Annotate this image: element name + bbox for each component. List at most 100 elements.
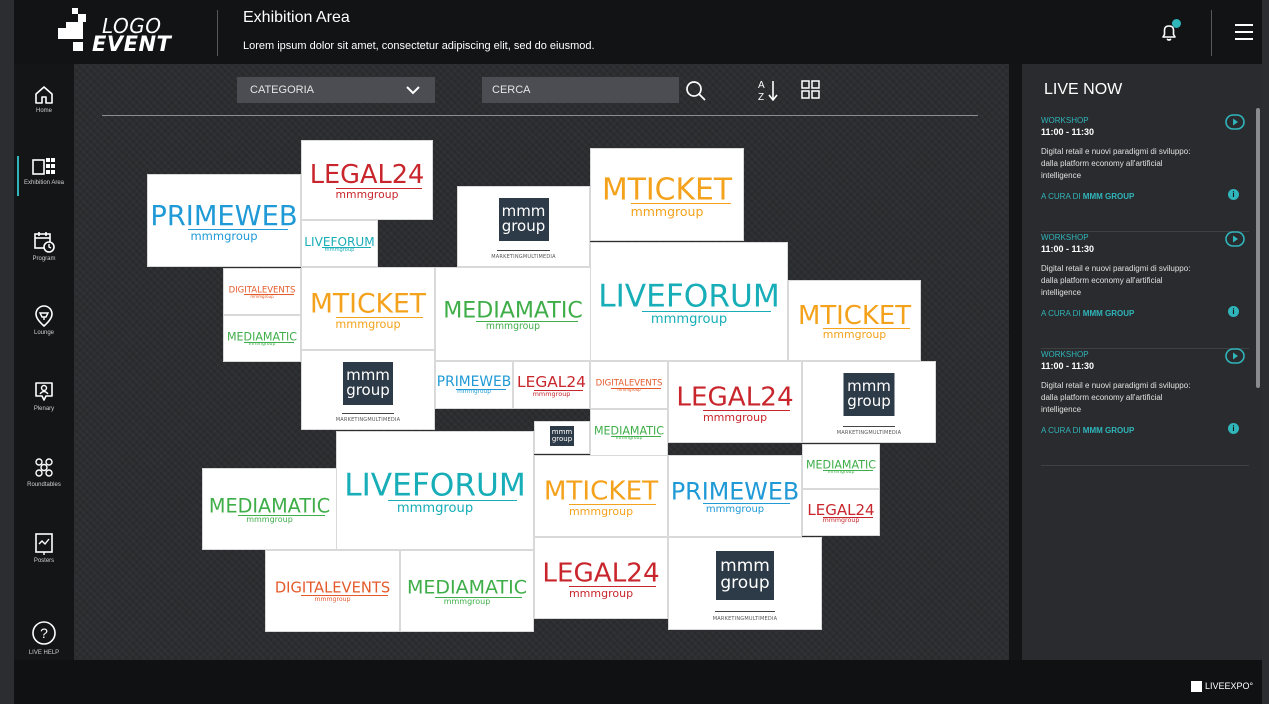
header-divider [217,10,218,56]
live-item-organizer[interactable]: A CURA DI MMM GROUP [1041,426,1134,435]
exhibitor-tile-mmm-group[interactable]: mmm group [534,421,590,454]
mmm-logo-line2: group [346,380,390,399]
mmm-logo-line2: group [847,392,891,411]
sidebar-nav: Home Exhibition Area Program Lounge Plen… [14,64,74,680]
exhibitor-tile-mmm-group[interactable]: mmm group MARKETINGMULTIMEDIA [802,361,936,443]
sidebar-item-program[interactable]: Program [14,230,74,290]
sidebar-item-exhibition-area[interactable]: Exhibition Area [14,156,74,216]
help-icon: ? [32,621,56,645]
mmm-caption-rule [341,413,395,415]
mmm-caption-rule [497,250,550,251]
search-placeholder: CERCA [492,84,531,96]
live-item-organizer[interactable]: A CURA DI MMM GROUP [1041,192,1134,201]
exhibitor-tile-primeweb[interactable]: PRIMEWEB mmmgroup [435,361,513,409]
exhibitor-tile-liveforum[interactable]: LIVEFORUM mmmgroup [301,220,378,267]
live-item[interactable]: WORKSHOP 11:00 - 11:30 Digital retail e … [1041,230,1249,349]
menu-hamburger-icon[interactable] [1235,24,1253,40]
organizer-name: MMM GROUP [1082,426,1135,435]
exhibitor-tile-mediamatic[interactable]: MEDIAMATIC mmmgroup [590,409,668,456]
exhibitor-tile-liveforum[interactable]: LIVEFORUM mmmgroup [336,431,534,550]
exhibitor-tile-mmm-group[interactable]: mmm group MARKETINGMULTIMEDIA [668,537,822,630]
exhibitor-tile-mticket[interactable]: MTICKET mmmgroup [590,148,744,241]
exhibitor-logo-subtext: mmmgroup [822,328,887,342]
exhibitor-tile-mediamatic[interactable]: MEDIAMATIC mmmgroup [202,468,337,550]
live-item-organizer[interactable]: A CURA DI MMM GROUP [1041,309,1134,318]
sort-az-icon[interactable]: AZ [758,78,782,104]
sidebar-item-label: Plenary [33,406,55,412]
live-now-panel: LIVE NOW WORKSHOP 11:00 - 11:30 Digital … [1022,64,1262,660]
info-icon[interactable]: i [1228,306,1239,317]
mmm-logo-line2: group [551,435,573,444]
roundtables-icon [35,458,53,477]
live-item-time: 11:00 - 11:30 [1041,244,1095,254]
exhibitor-tile-mmm-group[interactable]: mmm group MARKETINGMULTIMEDIA [301,350,435,430]
play-icon[interactable] [1224,113,1246,131]
plenary-icon [35,382,53,401]
exhibitor-logo-text: LEGAL24 [807,500,875,519]
mmm-group-logo: mmm group [550,426,574,447]
organizer-name: MMM GROUP [1082,192,1135,201]
lounge-icon [35,305,53,328]
live-scrollbar[interactable] [1256,108,1260,388]
live-item-description: Digital retail e nuovi paradigmi di svil… [1041,381,1191,414]
exhibitor-tile-primeweb[interactable]: PRIMEWEB mmmgroup [147,174,301,267]
search-input[interactable]: CERCA [482,77,679,103]
top-header: LOGO EVENT Exhibition Area Lorem ipsum d… [14,0,1262,64]
exhibitor-tile-digitalevents[interactable]: DIGITALEVENTS mmmgroup [590,361,668,409]
exhibitor-logo-subtext: mmmgroup [335,187,399,201]
exhibitor-logo-subtext: mmmgroup [568,505,634,518]
organizer-name: MMM GROUP [1082,309,1135,318]
exhibitor-tile-legal24[interactable]: LEGAL24 mmmgroup [668,361,802,443]
play-icon[interactable] [1224,347,1246,365]
exhibitor-tile-primeweb[interactable]: PRIMEWEB mmmgroup [668,455,802,537]
exhibitor-logo-subtext: mmmgroup [248,341,276,347]
chevron-down-icon [406,86,420,95]
sidebar-item-label: Home [35,108,52,114]
exhibition-icon [32,158,55,175]
exhibitor-tile-digitalevents[interactable]: DIGITALEVENTS mmmgroup [265,550,400,632]
exhibitor-tile-legal24[interactable]: LEGAL24 mmmgroup [802,489,880,536]
exhibitor-logo-text: LIVEFORUM [598,277,780,314]
sidebar-item-label: Posters [33,558,55,564]
live-item[interactable]: WORKSHOP 11:00 - 11:30 Digital retail e … [1041,347,1249,466]
exhibitor-tile-mediamatic[interactable]: MEDIAMATIC mmmgroup [400,550,534,632]
category-dropdown[interactable]: CATEGORIA [237,77,435,103]
sidebar-item-posters[interactable]: Posters [14,532,74,592]
exhibitor-tile-mticket[interactable]: MTICKET mmmgroup [301,267,435,350]
info-icon[interactable]: i [1228,189,1239,200]
sidebar-item-plenary[interactable]: Plenary [14,380,74,440]
mmm-caption: MARKETINGMULTIMEDIA [491,253,556,260]
exhibitor-tile-legal24[interactable]: LEGAL24 mmmgroup [534,537,668,619]
exhibitor-tile-mticket[interactable]: MTICKET mmmgroup [534,455,668,537]
exhibitor-tile-legal24[interactable]: LEGAL24 mmmgroup [301,140,433,220]
mmm-group-logo: mmm group [343,361,393,405]
search-icon[interactable] [685,80,707,102]
sidebar-item-label: Roundtables [27,482,61,488]
play-icon[interactable] [1224,230,1246,248]
mmm-caption-rule [842,425,896,427]
exhibitor-tile-mticket[interactable]: MTICKET mmmgroup [788,280,921,361]
exhibitor-logo-text: LIVEFORUM [344,466,526,503]
sidebar-item-roundtables[interactable]: Roundtables [14,456,74,516]
grid-view-icon[interactable] [800,79,822,101]
liveexpo-logo-mark [1191,681,1202,693]
exhibitor-tile-mediamatic[interactable]: MEDIAMATIC mmmgroup [802,444,880,489]
exhibitor-tile-mmm-group[interactable]: mmm group MARKETINGMULTIMEDIA [457,186,590,267]
exhibitor-logo-text: DIGITALEVENTS [274,579,391,597]
exhibitor-logo-text: MTICKET [309,287,427,319]
exhibitor-logo-subtext: mmmgroup [705,504,765,515]
sidebar-item-home[interactable]: Home [14,84,74,144]
exhibitor-tile-digitalevents[interactable]: DIGITALEVENTS mmmgroup [223,268,301,315]
exhibitor-tile-legal24[interactable]: LEGAL24 mmmgroup [513,361,590,409]
exhibitor-tile-mediamatic[interactable]: MEDIAMATIC mmmgroup [223,315,301,362]
live-item-description: Digital retail e nuovi paradigmi di svil… [1041,264,1191,297]
live-item[interactable]: WORKSHOP 11:00 - 11:30 Digital retail e … [1041,113,1249,232]
exhibitor-logo-subtext: mmmgroup [568,587,634,600]
exhibitor-tile-liveforum[interactable]: LIVEFORUM mmmgroup [590,242,788,361]
exhibitor-tile-mediamatic[interactable]: MEDIAMATIC mmmgroup [435,267,591,361]
exhibitor-logo-subtext: mmmgroup [324,247,355,254]
event-logo[interactable]: LOGO EVENT [50,6,171,56]
sidebar-item-lounge[interactable]: Lounge [14,304,74,364]
sidebar-item-label: Exhibition Area [23,180,65,186]
info-icon[interactable]: i [1228,423,1239,434]
